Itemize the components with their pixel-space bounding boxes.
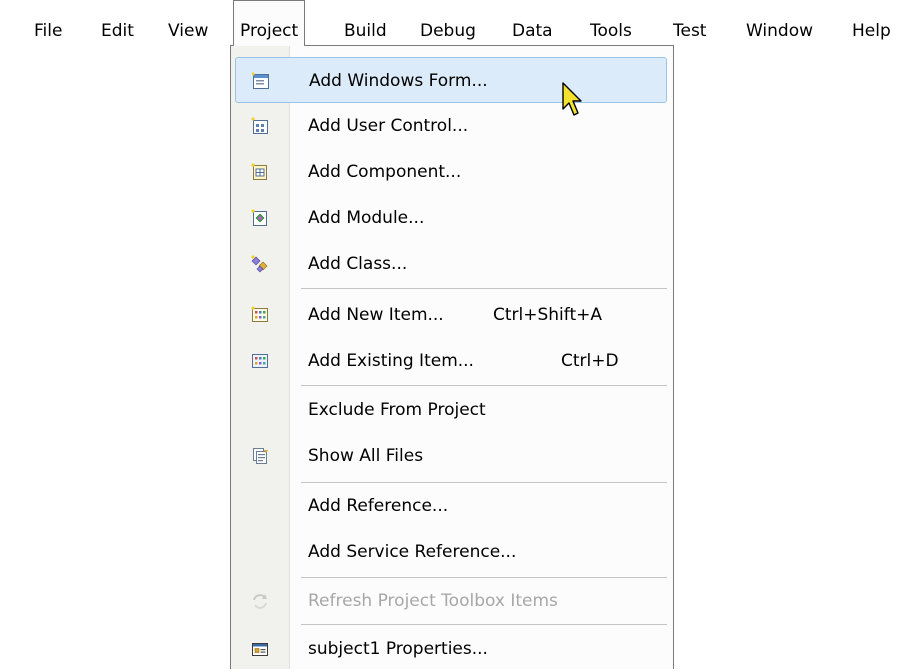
component-icon [251, 163, 269, 181]
project-menu-dropdown: Add Windows Form... Add User Control... [230, 45, 674, 669]
menu-tools[interactable]: Tools [590, 0, 632, 46]
menu-item-label: Refresh Project Toolbox Items [308, 591, 558, 611]
menu-item-exclude-from-project[interactable]: Exclude From Project [235, 387, 667, 433]
menu-item-label: Add Component... [308, 162, 462, 182]
menu-item-add-new-item[interactable]: Add New Item... Ctrl+Shift+A [235, 292, 667, 338]
menu-item-add-component[interactable]: Add Component... [235, 149, 667, 195]
windows-form-icon [251, 72, 270, 90]
menu-debug[interactable]: Debug [420, 0, 476, 46]
menu-item-label: Show All Files [308, 446, 424, 466]
menu-help[interactable]: Help [852, 0, 891, 46]
menu-build[interactable]: Build [344, 0, 387, 46]
refresh-toolbox-icon [251, 592, 269, 610]
menu-item-refresh-project-toolbox-items: Refresh Project Toolbox Items [235, 578, 667, 624]
menu-item-label: Exclude From Project [308, 400, 486, 420]
menu-item-subject1-properties[interactable]: subject1 Properties... [235, 626, 667, 672]
menu-item-label: Add Module... [308, 208, 425, 228]
menu-item-add-existing-item[interactable]: Add Existing Item... Ctrl+D [235, 338, 667, 384]
menu-item-add-class[interactable]: Add Class... [235, 241, 667, 287]
new-item-icon [251, 306, 269, 324]
menu-item-shortcut: Ctrl+Shift+A [493, 305, 603, 325]
module-icon [251, 209, 269, 227]
existing-item-icon [251, 352, 269, 370]
show-all-files-icon [251, 447, 269, 465]
menu-item-label: subject1 Properties... [308, 639, 488, 659]
menu-separator [301, 385, 667, 386]
menu-window[interactable]: Window [746, 0, 813, 46]
menu-item-shortcut: Ctrl+D [561, 351, 619, 371]
menu-item-add-user-control[interactable]: Add User Control... [235, 103, 667, 149]
menu-file[interactable]: File [34, 0, 62, 46]
properties-icon [251, 640, 269, 658]
menu-item-add-module[interactable]: Add Module... [235, 195, 667, 241]
mouse-cursor-icon [562, 82, 584, 118]
menu-item-label: Add Reference... [308, 496, 449, 516]
menu-item-label: Add Existing Item... [308, 351, 474, 371]
menu-view[interactable]: View [168, 0, 208, 46]
menu-item-show-all-files[interactable]: Show All Files [235, 433, 667, 479]
menu-project[interactable]: Project [233, 0, 306, 46]
menu-bar: File Edit View Project Build Debug Data … [0, 0, 900, 46]
menu-item-label: Add New Item... [308, 305, 444, 325]
menu-separator [301, 624, 667, 625]
class-icon [251, 255, 269, 273]
menu-data[interactable]: Data [512, 0, 553, 46]
menu-separator [301, 288, 667, 289]
menu-item-label: Add Class... [308, 254, 408, 274]
menu-test[interactable]: Test [673, 0, 706, 46]
menu-item-add-service-reference[interactable]: Add Service Reference... [235, 529, 667, 575]
menu-item-label: Add User Control... [308, 116, 469, 136]
menu-item-label: Add Service Reference... [308, 542, 517, 562]
user-control-icon [251, 117, 269, 135]
menu-edit[interactable]: Edit [101, 0, 134, 46]
menu-item-add-windows-form[interactable]: Add Windows Form... [235, 57, 667, 103]
menu-item-add-reference[interactable]: Add Reference... [235, 483, 667, 529]
menu-item-label: Add Windows Form... [309, 71, 488, 91]
